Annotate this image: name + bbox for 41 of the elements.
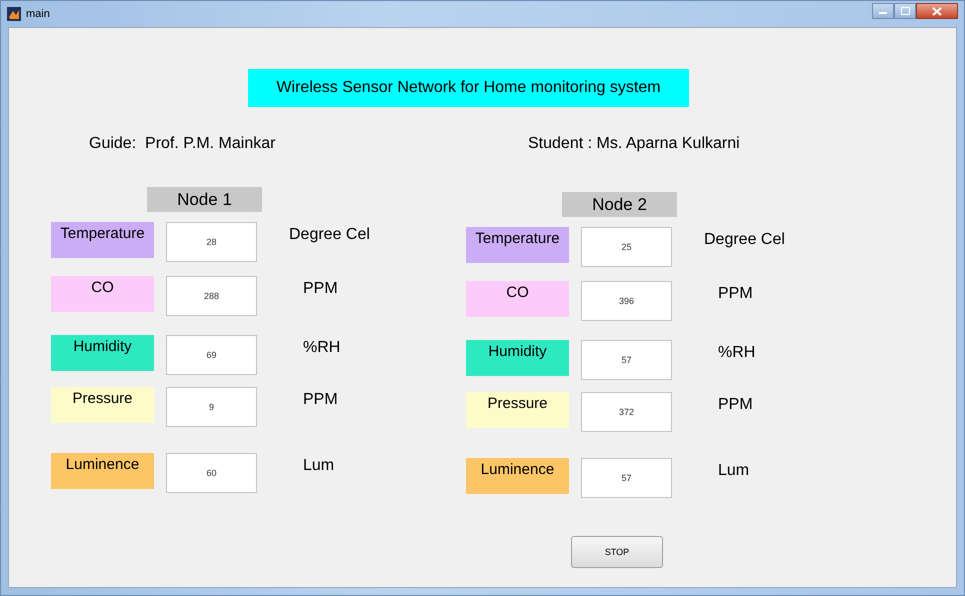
sensor-label: Luminence: [466, 458, 569, 494]
unit-label: PPM: [303, 279, 338, 298]
sensor-label: CO: [466, 281, 569, 317]
window-title: main: [26, 8, 50, 20]
app-icon: [7, 7, 21, 21]
sensor-label: Temperature: [51, 222, 154, 258]
value-field[interactable]: 288: [166, 276, 257, 316]
value-field[interactable]: 57: [581, 340, 672, 380]
student-label: Student : Ms. Aparna Kulkarni: [528, 135, 740, 154]
value-field[interactable]: 25: [581, 227, 672, 267]
unit-label: PPM: [303, 390, 338, 409]
unit-label: Degree Cel: [704, 230, 785, 249]
value-field[interactable]: 60: [166, 453, 257, 493]
value-field[interactable]: 57: [581, 458, 672, 498]
guide-label: Guide: Prof. P.M. Mainkar: [89, 135, 276, 154]
heading-label: Wireless Sensor Network for Home monitoring system: [248, 69, 689, 107]
sensor-label: Luminence: [51, 453, 154, 489]
unit-label: %RH: [718, 343, 756, 362]
node-header: Node 2: [562, 192, 677, 217]
sensor-label: Pressure: [466, 392, 569, 428]
node-header: Node 1: [147, 187, 262, 212]
maximize-icon[interactable]: [894, 3, 916, 19]
sensor-label: Temperature: [466, 227, 569, 263]
sensor-label: Humidity: [466, 340, 569, 376]
unit-label: %RH: [303, 338, 340, 357]
value-field[interactable]: 69: [166, 335, 257, 375]
unit-label: Lum: [718, 461, 750, 480]
unit-label: Degree Cel: [289, 225, 370, 244]
sensor-label: CO: [51, 276, 154, 312]
sensor-label: Humidity: [51, 335, 154, 371]
value-field[interactable]: 372: [581, 392, 672, 432]
sensor-label: Pressure: [51, 387, 154, 423]
value-field[interactable]: 28: [166, 222, 257, 262]
unit-label: PPM: [718, 284, 753, 303]
minimize-icon[interactable]: [872, 3, 894, 19]
value-field[interactable]: 9: [166, 387, 257, 427]
value-field[interactable]: 396: [581, 281, 672, 321]
stop-button[interactable]: STOP: [571, 536, 663, 568]
unit-label: PPM: [718, 395, 753, 414]
unit-label: Lum: [303, 456, 334, 475]
close-icon[interactable]: [916, 3, 958, 19]
